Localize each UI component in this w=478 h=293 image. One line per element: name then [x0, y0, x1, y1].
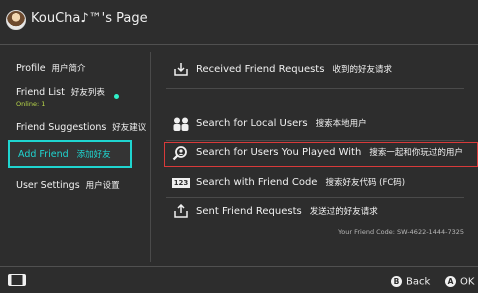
people-icon	[173, 117, 189, 131]
option-label: Received Friend Requests	[196, 64, 325, 75]
option-label: Sent Friend Requests	[196, 206, 302, 217]
option-label-zh: 发送过的好友请求	[309, 207, 378, 217]
footer-divider	[0, 266, 478, 267]
new-notification-dot-icon	[114, 94, 119, 99]
page-header: KouCha♪™'s Page	[0, 0, 478, 44]
sidebar-item-label: Friend List	[16, 87, 65, 98]
sent-friend-requests-option[interactable]: Sent Friend Requests 发送过的好友请求	[196, 205, 378, 225]
received-friend-requests-option[interactable]: Received Friend Requests 收到的好友请求	[196, 63, 392, 83]
search-person-icon	[172, 146, 187, 161]
option-label: Search for Local Users	[196, 118, 308, 129]
sidebar-item-label: Friend Suggestions	[16, 122, 107, 133]
sidebar-item-friend-suggestions[interactable]: Friend Suggestions 好友建议	[16, 121, 146, 133]
option-label-zh: 搜索好友代码 (FC码)	[325, 178, 406, 188]
back-button[interactable]: B Back	[391, 276, 430, 288]
sidebar-item-label-zh: 添加好友	[76, 150, 111, 160]
handheld-console-icon	[8, 274, 26, 286]
option-label-zh: 收到的好友请求	[332, 65, 392, 75]
option-label-zh: 搜索本地用户	[315, 119, 367, 129]
sidebar-item-profile[interactable]: Profile 用户简介	[16, 62, 86, 74]
search-local-users-option[interactable]: Search for Local Users 搜索本地用户	[196, 117, 367, 137]
sidebar-item-add-friend[interactable]: Add Friend 添加好友	[8, 140, 132, 168]
page-title: KouCha♪™'s Page	[31, 11, 148, 26]
sidebar-item-label: User Settings	[16, 180, 80, 191]
option-divider	[166, 88, 464, 89]
option-divider	[166, 197, 464, 198]
sidebar-item-friend-list[interactable]: Friend List 好友列表	[16, 86, 105, 98]
search-friend-code-option[interactable]: Search with Friend Code 搜索好友代码 (FC码)	[196, 176, 405, 196]
friend-code-text: Your Friend Code: SW-4622-1444-7325	[338, 228, 464, 236]
sidebar-item-label-zh: 用户简介	[51, 64, 86, 74]
sidebar-item-label: Profile	[16, 63, 46, 74]
back-label: Back	[406, 276, 431, 288]
sidebar-item-label-zh: 好友建议	[112, 123, 147, 133]
user-avatar[interactable]	[6, 10, 26, 30]
sidebar-item-label-zh: 用户设置	[85, 181, 120, 191]
number-123-icon: 123	[172, 178, 190, 188]
option-label: Search for Users You Played With	[196, 147, 362, 158]
online-count: Online: 1	[16, 100, 46, 108]
user-page-screen: KouCha♪™'s Page Profile 用户简介 Friend List 好…	[0, 0, 478, 293]
a-button-icon: A	[445, 276, 456, 287]
b-button-icon: B	[391, 276, 402, 287]
sidebar-item-label: Add Friend	[18, 149, 69, 160]
sidebar-item-user-settings[interactable]: User Settings 用户设置	[16, 179, 120, 191]
option-label: Search with Friend Code	[196, 177, 318, 188]
sidebar-item-label-zh: 好友列表	[70, 88, 105, 98]
inbox-download-icon	[174, 63, 188, 76]
search-played-with-label: Search for Users You Played With 搜索一起和你玩过…	[196, 146, 463, 166]
option-label-zh: 搜索一起和你玩过的用户	[369, 148, 463, 158]
sidebar-divider	[150, 52, 151, 262]
header-divider	[0, 44, 478, 45]
option-divider	[166, 140, 464, 141]
ok-label: OK	[460, 276, 475, 288]
ok-button[interactable]: A OK	[445, 276, 474, 288]
outbox-upload-icon	[174, 204, 188, 218]
